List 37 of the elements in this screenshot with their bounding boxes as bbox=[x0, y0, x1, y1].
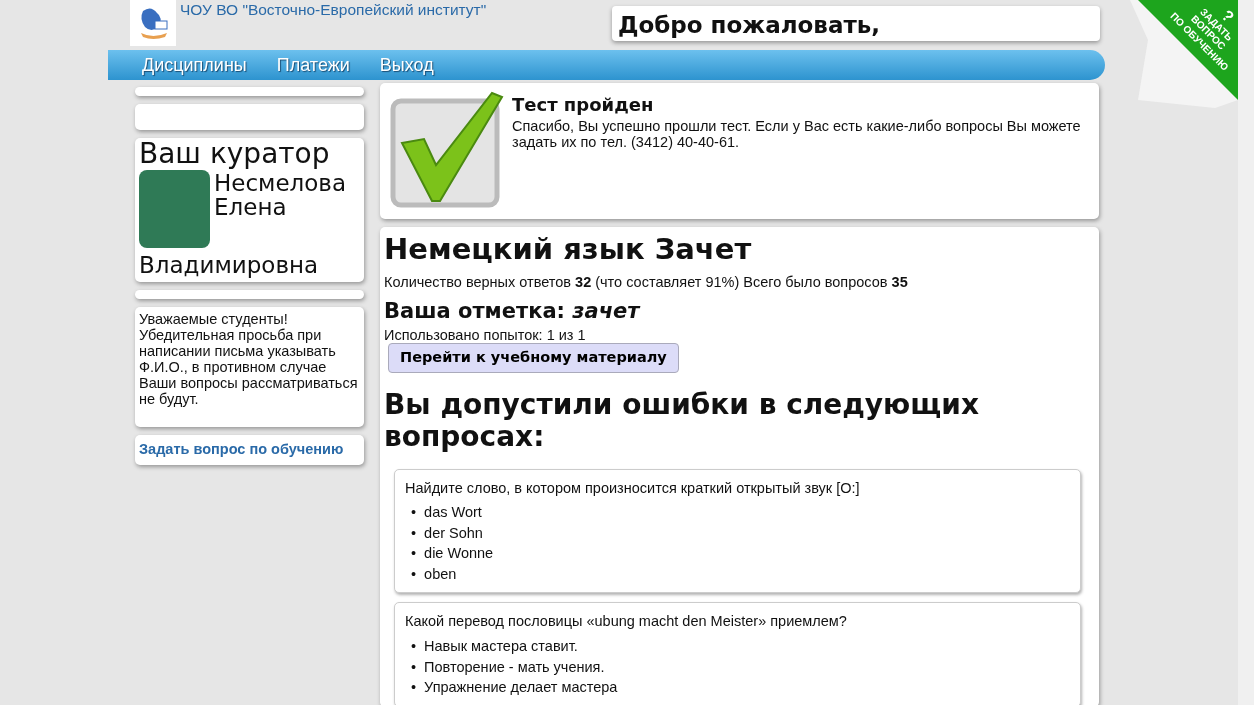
result-summary: Количество верных ответов 32 (что составляет 91%) Всего было вопросов 35 bbox=[384, 273, 909, 292]
bullet-marker: • bbox=[411, 637, 417, 656]
answer-option: Повторение - мать учения. bbox=[424, 656, 605, 677]
nav-link[interactable]: Выход bbox=[379, 50, 434, 80]
bullet-marker: • bbox=[411, 564, 417, 584]
institute-logo[interactable] bbox=[130, 0, 176, 46]
answer-option: das Wort bbox=[424, 502, 482, 523]
bullet-marker: • bbox=[411, 657, 417, 677]
grade-text: Ваша отметка: зачет bbox=[384, 297, 642, 325]
answer-option: Навык мастера ставит. bbox=[424, 636, 578, 657]
answer-option: oben bbox=[424, 563, 457, 585]
curator-heading: Ваш куратор bbox=[139, 138, 331, 170]
scrollbar[interactable] bbox=[1238, 0, 1254, 705]
question-text: Какой перевод пословицы «ubung macht den Meister» приемлем? bbox=[405, 612, 848, 632]
nav-link[interactable]: Дисциплины bbox=[142, 50, 247, 80]
curator-name: Несмелова bbox=[214, 171, 346, 195]
answer-option: die Wonne bbox=[424, 543, 494, 564]
welcome-text: Добро пожаловать, bbox=[612, 6, 1100, 41]
status-message: Спасибо, Вы успешно прошли тест. Если у Вас есть какие-либо вопросы Вы можете задать их по тел. (3412) 40-40-61. bbox=[512, 118, 1082, 150]
result-title: Немецкий язык Зачет bbox=[384, 231, 753, 268]
errors-heading: Вы допустили ошибки в следующих вопросах: bbox=[384, 388, 980, 453]
curator-name: Елена bbox=[214, 195, 288, 219]
institute-name: ЧОУ ВО "Восточно-Европейский институт" bbox=[180, 0, 488, 20]
bullet-marker: • bbox=[411, 544, 417, 564]
attempts-text: Использовано попыток: 1 из 1 bbox=[384, 326, 587, 343]
answer-option: Упражнение делает мастера bbox=[424, 677, 618, 698]
notice-text: Уважаемые студенты! Убедительная просьба при написании письма указывать Ф.И.О., в противном случае Ваши вопросы рассматриваться не будут. bbox=[139, 311, 359, 407]
bullet-marker: • bbox=[411, 503, 417, 523]
study-material-button[interactable]: Перейти к учебному материалу bbox=[388, 342, 679, 373]
ask-question-link[interactable]: Задать вопрос по обучению bbox=[139, 441, 344, 457]
curator-name: Владимировна bbox=[139, 252, 320, 278]
nav-link[interactable]: Платежи bbox=[276, 50, 350, 80]
status-title: Тест пройден bbox=[512, 93, 655, 117]
bullet-marker: • bbox=[411, 678, 417, 697]
bullet-marker: • bbox=[411, 523, 417, 543]
question-text: Найдите слово, в котором произносится краткий открытый звук [O:] bbox=[405, 478, 861, 498]
answer-option: der Sohn bbox=[424, 522, 483, 544]
